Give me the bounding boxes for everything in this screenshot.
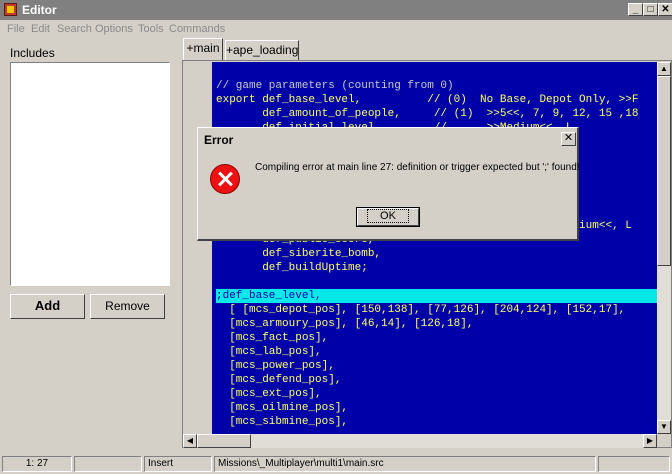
- error-message: Compiling error at main line 27: definit…: [255, 162, 580, 173]
- dialog-title: Error: [204, 133, 234, 147]
- code-line: [mcs_lab_pos],: [216, 346, 322, 358]
- dialog-title-bar: Error ✕: [200, 130, 576, 148]
- scroll-right-icon[interactable]: ▶: [643, 434, 657, 448]
- code-line: [mcs_ext_pos],: [216, 388, 322, 400]
- ok-label: OK: [367, 209, 409, 223]
- code-line: def_siberite_bomb,: [216, 248, 382, 260]
- ok-button[interactable]: OK: [356, 207, 420, 227]
- code-line: def_buildUptime;: [216, 262, 368, 274]
- code-line: def_amount_of_people, // (1) >>5<<, 7, 9…: [216, 108, 639, 120]
- error-dialog: Error ✕ Compiling error at main line 27:…: [197, 127, 580, 241]
- menu-tools[interactable]: Tools: [138, 23, 164, 35]
- menu-commands[interactable]: Commands: [169, 23, 225, 35]
- includes-label: Includes: [10, 46, 55, 60]
- dialog-close-button[interactable]: ✕: [561, 132, 576, 146]
- editor-gutter: [183, 62, 212, 434]
- status-panel-extra: [598, 456, 670, 472]
- code-line: [ [mcs_depot_pos], [150,138], [77,126], …: [216, 304, 626, 316]
- add-button[interactable]: Add: [10, 294, 85, 319]
- menu-file[interactable]: File: [7, 23, 25, 35]
- code-line-highlighted: ;def_base_level,: [216, 289, 657, 303]
- menu-bar: File Edit Search Options Tools Commands: [0, 20, 672, 38]
- error-icon: [210, 164, 240, 194]
- code-editor[interactable]: // game parameters (counting from 0) expo…: [212, 62, 657, 434]
- window-title: Editor: [22, 3, 57, 17]
- scroll-up-icon[interactable]: ▲: [657, 62, 671, 76]
- cursor-position: 1: 27: [2, 456, 72, 472]
- maximize-button[interactable]: □: [643, 3, 658, 16]
- code-line: // game parameters (counting from 0): [216, 80, 454, 92]
- menu-edit[interactable]: Edit: [31, 23, 50, 35]
- scroll-left-icon[interactable]: ◀: [183, 434, 197, 448]
- app-icon: [4, 3, 17, 16]
- title-bar: Editor _ □ ✕: [0, 0, 672, 20]
- code-line: [mcs_armoury_pos], [46,14], [126,18],: [216, 318, 474, 330]
- close-button[interactable]: ✕: [658, 3, 672, 16]
- remove-button[interactable]: Remove: [90, 294, 165, 319]
- tab-ape-loading[interactable]: +ape_loading: [225, 40, 299, 60]
- code-line: export def_base_level, // (0) No Base, D…: [216, 94, 639, 106]
- edit-mode: Insert: [144, 456, 212, 472]
- file-path: Missions\_Multiplayer\multi1\main.src: [214, 456, 596, 472]
- horizontal-scroll-thumb[interactable]: [197, 434, 251, 448]
- code-line: [mcs_sibmine_pos],: [216, 416, 349, 428]
- code-line: [mcs_oilmine_pos],: [216, 402, 349, 414]
- scroll-down-icon[interactable]: ▼: [657, 420, 671, 434]
- minimize-button[interactable]: _: [628, 3, 643, 16]
- status-panel-empty: [74, 456, 142, 472]
- vertical-scroll-thumb[interactable]: [657, 76, 671, 266]
- tab-main[interactable]: +main: [183, 38, 223, 60]
- code-line: [mcs_fact_pos],: [216, 332, 329, 344]
- code-line: [mcs_power_pos],: [216, 360, 335, 372]
- status-bar: 1: 27 Insert Missions\_Multiplayer\multi…: [0, 454, 672, 474]
- menu-search[interactable]: Search: [57, 23, 92, 35]
- code-line: [mcs_defend_pos],: [216, 374, 342, 386]
- includes-list[interactable]: [10, 62, 170, 286]
- menu-options[interactable]: Options: [95, 23, 133, 35]
- horizontal-scrollbar[interactable]: [183, 434, 657, 448]
